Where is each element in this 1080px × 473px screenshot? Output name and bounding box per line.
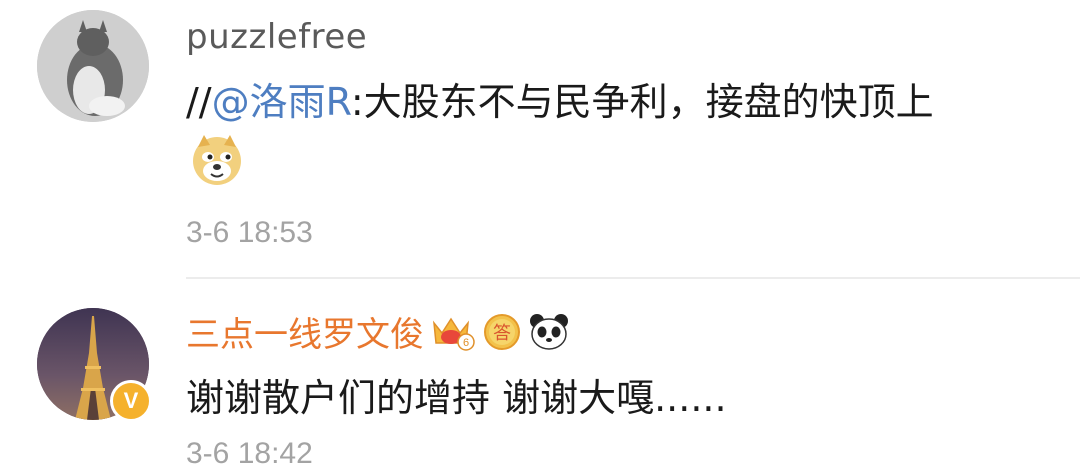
panda-icon[interactable]	[528, 312, 570, 358]
answer-badge-icon[interactable]: 答	[482, 312, 522, 358]
badge-label: 答	[493, 323, 511, 344]
timestamp: 3-6 18:53	[186, 216, 313, 249]
username-row: 三点一线罗文俊 6 答	[186, 312, 570, 358]
comment-text: 谢谢散户们的增持 谢谢大嘎......	[186, 376, 727, 420]
badge-level: 6	[463, 337, 469, 349]
cat-photo	[37, 10, 149, 122]
timestamp: 3-6 18:42	[186, 437, 313, 470]
username[interactable]: 三点一线罗文俊	[186, 318, 424, 352]
username[interactable]: puzzlefree	[186, 20, 367, 54]
comment-text: //@洛雨R:大股东不与民争利，接盘的快顶上	[186, 83, 934, 121]
crown-level-6-icon[interactable]: 6	[430, 313, 476, 357]
comment-item: V 三点一线罗文俊 6 答 谢谢散户们的增持 谢谢大嘎...... 3-6 18…	[0, 279, 1080, 473]
avatar[interactable]	[37, 10, 149, 122]
comment-item: puzzlefree //@洛雨R:大股东不与民争利，接盘的快顶上 3-6 18…	[0, 0, 1080, 279]
repost-prefix: //	[186, 80, 212, 124]
verified-badge-icon: V	[110, 380, 152, 422]
comment-body: :大股东不与民争利，接盘的快顶上	[350, 80, 934, 124]
doge-emoji	[190, 133, 244, 191]
mention-link[interactable]: @洛雨R	[212, 80, 351, 124]
